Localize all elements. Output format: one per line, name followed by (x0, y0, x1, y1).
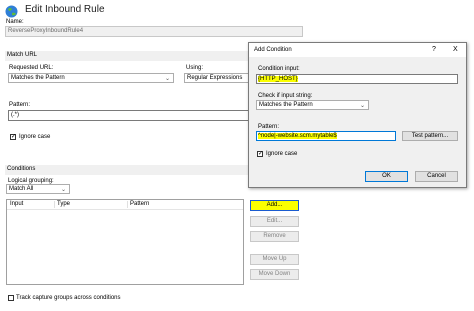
requested-url-select[interactable]: Matches the Pattern ⌄ (8, 73, 174, 83)
dialog-pattern-label: Pattern: (258, 124, 280, 130)
chevron-down-icon: ⌄ (359, 103, 365, 109)
table-header: Input Type Pattern (7, 200, 243, 210)
move-up-button[interactable]: Move Up (250, 254, 299, 265)
chevron-down-icon: ⌄ (164, 76, 170, 82)
dialog-title-bar: Add Condition ? X (249, 43, 466, 57)
cancel-button[interactable]: Cancel (415, 171, 458, 182)
using-label: Using: (186, 65, 204, 71)
close-button[interactable]: X (453, 46, 458, 53)
condition-input-label: Condition input: (258, 66, 300, 72)
ignore-case-label: Ignore case (19, 134, 51, 140)
ok-button[interactable]: OK (365, 171, 408, 182)
pattern-label: Pattern: (9, 102, 31, 108)
column-header-type[interactable]: Type (57, 201, 70, 207)
column-header-input[interactable]: Input (10, 201, 23, 207)
add-button[interactable]: Add... (250, 200, 299, 211)
check-input-select[interactable]: Matches the Pattern ⌄ (256, 100, 369, 110)
name-field[interactable]: ReverseProxyInboundRule4 (5, 26, 303, 37)
requested-url-label: Requested URL: (9, 65, 54, 71)
ignore-case-checkbox[interactable]: ✓ (10, 134, 16, 140)
help-button[interactable]: ? (432, 46, 436, 53)
dialog-ignore-case-checkbox[interactable]: ✓ (257, 151, 263, 157)
dialog-title: Add Condition (254, 47, 292, 53)
conditions-table[interactable]: Input Type Pattern (6, 199, 244, 285)
column-header-pattern[interactable]: Pattern (130, 201, 149, 207)
logical-grouping-select[interactable]: Match All ⌄ (6, 184, 70, 194)
test-pattern-button[interactable]: Test pattern... (402, 131, 458, 141)
dialog-pattern-input[interactable]: ^node|-website.scm.mytable$ (256, 131, 396, 141)
page-title: Edit Inbound Rule (25, 4, 105, 15)
globe-icon (5, 5, 18, 18)
track-capture-label: Track capture groups across conditions (16, 295, 121, 301)
check-input-label: Check if input string: (258, 93, 313, 99)
name-label: Name: (6, 19, 24, 25)
chevron-down-icon: ⌄ (60, 187, 66, 193)
condition-input-field[interactable]: {HTTP_HOST} (256, 74, 458, 84)
using-select[interactable]: Regular Expressions (184, 73, 254, 83)
edit-button[interactable]: Edit... (250, 216, 299, 227)
add-condition-dialog: Add Condition ? X Condition input: {HTTP… (248, 42, 467, 188)
move-down-button[interactable]: Move Down (250, 269, 299, 280)
remove-button[interactable]: Remove (250, 231, 299, 242)
dialog-ignore-case-label: Ignore case (266, 151, 298, 157)
pattern-input[interactable]: (.*) (8, 110, 250, 121)
track-capture-checkbox[interactable] (8, 295, 14, 301)
